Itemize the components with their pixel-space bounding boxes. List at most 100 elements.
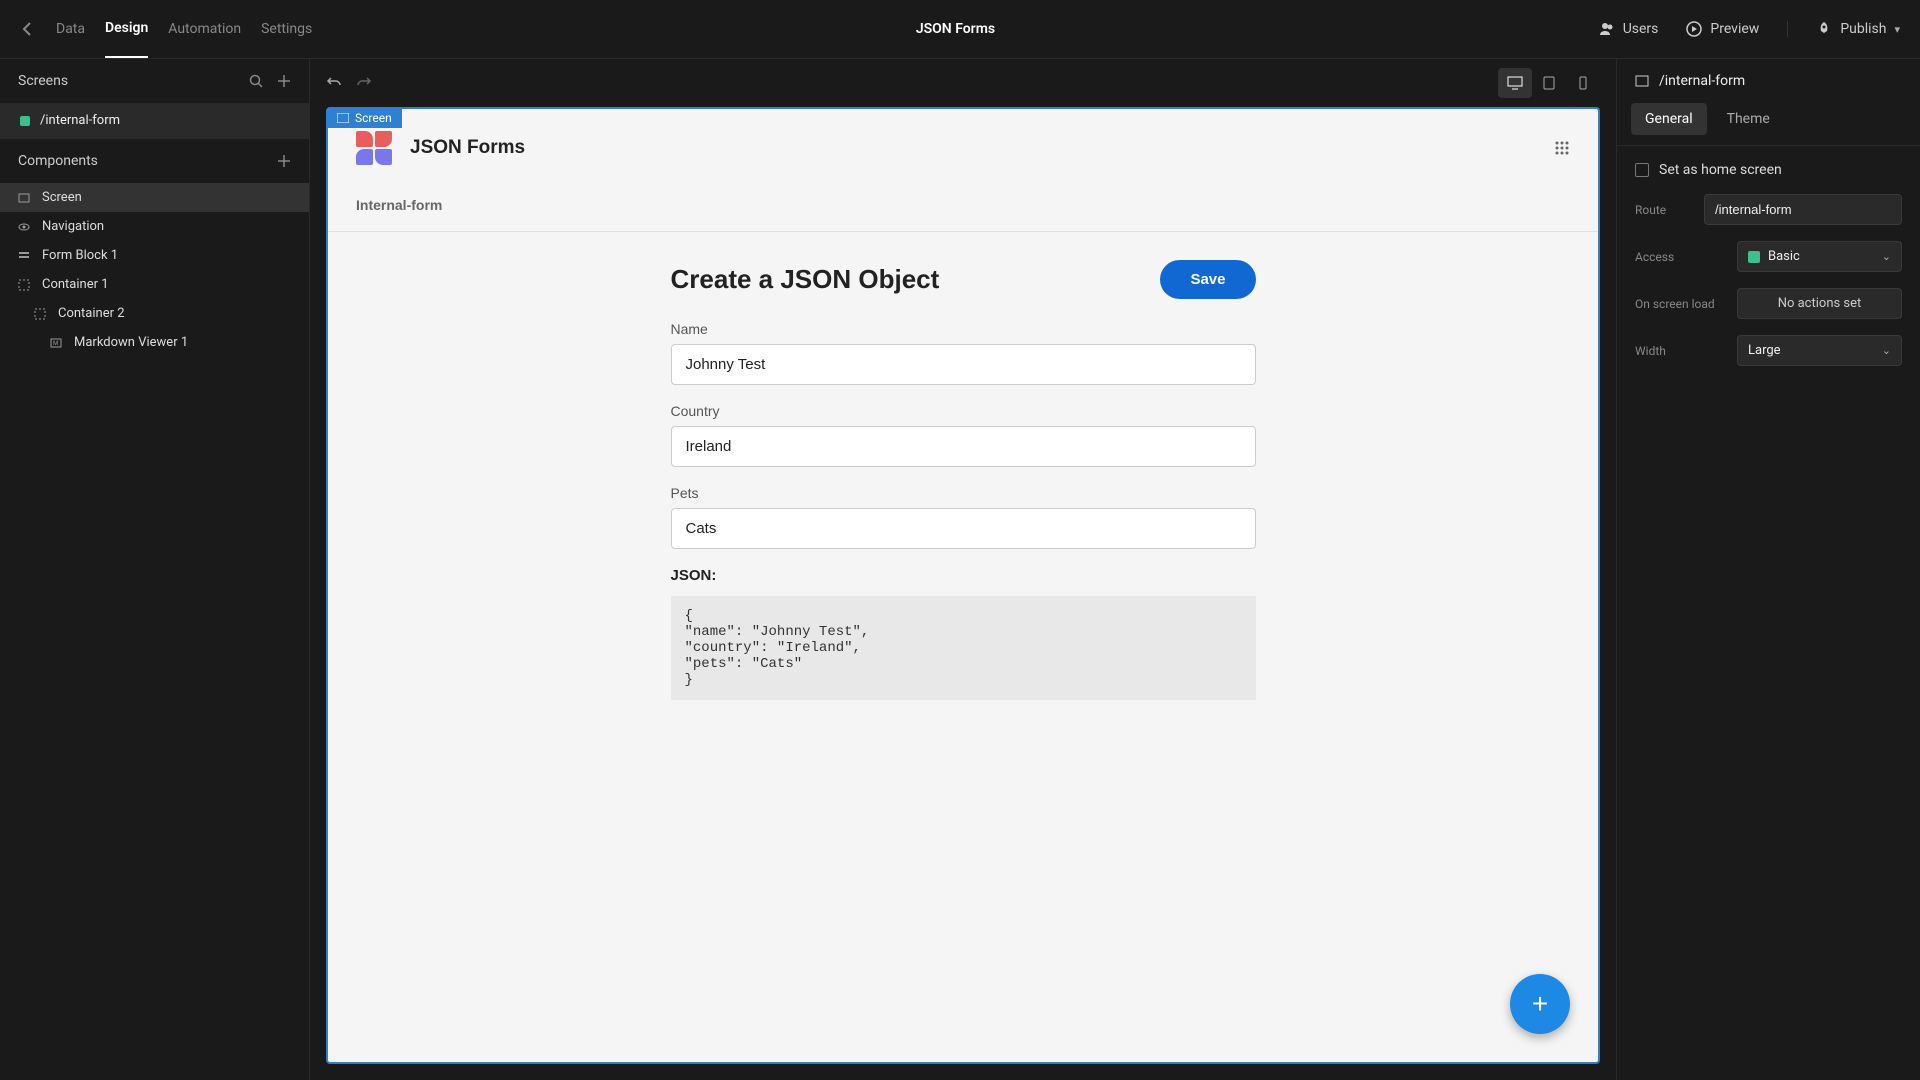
screen-item-internal-form[interactable]: /internal-form bbox=[0, 103, 309, 138]
screen-icon bbox=[18, 192, 32, 204]
width-select[interactable]: Large ⌄ bbox=[1737, 335, 1902, 366]
app-menu-icon[interactable] bbox=[1554, 140, 1570, 156]
users-button[interactable]: Users bbox=[1599, 21, 1659, 37]
components-panel-header: Components bbox=[0, 138, 309, 183]
selection-badge-label: Screen bbox=[355, 111, 392, 125]
canvas-frame[interactable]: Screen JSON Forms bbox=[326, 107, 1600, 1064]
onload-label: On screen load bbox=[1635, 297, 1725, 311]
country-input[interactable] bbox=[671, 426, 1256, 467]
tree-item-navigation[interactable]: Navigation bbox=[0, 212, 309, 241]
main-area: Screens /internal-form Components bbox=[0, 59, 1920, 1080]
markdown-icon: M bbox=[50, 337, 64, 349]
access-label: Access bbox=[1635, 250, 1725, 264]
tree-item-screen[interactable]: Screen bbox=[0, 183, 309, 212]
container-icon bbox=[18, 279, 32, 291]
nav-tab-automation[interactable]: Automation bbox=[168, 1, 241, 57]
users-icon bbox=[1599, 22, 1615, 36]
eye-icon bbox=[18, 221, 32, 233]
publish-label: Publish bbox=[1840, 21, 1886, 37]
name-input[interactable] bbox=[671, 344, 1256, 385]
json-output: { "name": "Johnny Test", "country": "Ire… bbox=[671, 596, 1256, 700]
fab-add-button[interactable]: + bbox=[1510, 974, 1570, 1034]
checkbox-icon bbox=[1635, 163, 1649, 177]
add-component-icon[interactable] bbox=[277, 154, 291, 168]
device-mobile-button[interactable] bbox=[1566, 68, 1600, 98]
preview-label: Preview bbox=[1710, 21, 1759, 37]
undo-icon[interactable] bbox=[326, 75, 342, 91]
add-screen-icon[interactable] bbox=[277, 74, 291, 88]
route-label: Route bbox=[1635, 203, 1692, 217]
components-label: Components bbox=[18, 153, 98, 169]
chevron-down-icon: ▾ bbox=[1894, 23, 1900, 36]
device-toggle-group bbox=[1498, 68, 1600, 98]
field-label: Name bbox=[671, 321, 1256, 337]
screen-icon bbox=[1635, 75, 1649, 87]
container-icon bbox=[34, 308, 48, 320]
access-badge-icon bbox=[1748, 251, 1760, 263]
chevron-down-icon: ⌄ bbox=[1882, 250, 1891, 263]
rocket-icon bbox=[1816, 21, 1832, 37]
field-label: Country bbox=[671, 403, 1256, 419]
preview-button[interactable]: Preview bbox=[1686, 21, 1759, 37]
publish-button[interactable]: Publish ▾ bbox=[1787, 21, 1900, 37]
home-screen-checkbox-row[interactable]: Set as home screen bbox=[1635, 162, 1902, 178]
users-label: Users bbox=[1623, 21, 1659, 37]
tree-label: Container 2 bbox=[58, 306, 125, 321]
home-screen-label: Set as home screen bbox=[1659, 162, 1782, 178]
back-icon[interactable] bbox=[20, 21, 36, 37]
field-pets: Pets bbox=[671, 485, 1256, 549]
preview-app: JSON Forms Internal-form Create a JSON O… bbox=[328, 109, 1598, 1062]
tree-label: Screen bbox=[42, 190, 82, 205]
nav-tab-design[interactable]: Design bbox=[105, 0, 148, 58]
left-sidebar: Screens /internal-form Components bbox=[0, 59, 310, 1080]
canvas-toolbar bbox=[310, 59, 1616, 107]
screen-status-dot bbox=[20, 116, 30, 126]
rs-header-label: /internal-form bbox=[1659, 73, 1745, 89]
plus-icon: + bbox=[1532, 988, 1548, 1020]
tree-item-container-2[interactable]: Container 2 bbox=[0, 299, 309, 328]
screens-label: Screens bbox=[18, 73, 68, 89]
top-bar: Data Design Automation Settings JSON For… bbox=[0, 0, 1920, 59]
redo-icon[interactable] bbox=[356, 75, 372, 91]
onload-button[interactable]: No actions set bbox=[1737, 288, 1902, 319]
rs-body: Set as home screen Route Access Basic ⌄ … bbox=[1617, 146, 1920, 382]
form-icon bbox=[18, 250, 32, 262]
search-icon[interactable] bbox=[249, 74, 263, 88]
screens-panel-header: Screens bbox=[0, 59, 309, 103]
right-sidebar: /internal-form General Theme Set as home… bbox=[1616, 59, 1920, 1080]
preview-header: JSON Forms bbox=[328, 109, 1598, 187]
nav-tab-data[interactable]: Data bbox=[56, 1, 85, 57]
selection-badge: Screen bbox=[327, 108, 402, 128]
chevron-down-icon: ⌄ bbox=[1882, 344, 1891, 357]
tree-item-markdown[interactable]: M Markdown Viewer 1 bbox=[0, 328, 309, 357]
form-section: Create a JSON Object Save Name Country P… bbox=[661, 260, 1266, 700]
tab-theme[interactable]: Theme bbox=[1713, 103, 1784, 135]
app-title: JSON Forms bbox=[312, 21, 1598, 37]
tree-item-container-1[interactable]: Container 1 bbox=[0, 270, 309, 299]
tree-label: Navigation bbox=[42, 219, 104, 234]
device-tablet-button[interactable] bbox=[1532, 68, 1566, 98]
field-country: Country bbox=[671, 403, 1256, 467]
tree-label: Markdown Viewer 1 bbox=[74, 335, 188, 350]
component-tree: Screen Navigation Form Block 1 Container… bbox=[0, 183, 309, 365]
width-value: Large bbox=[1748, 343, 1781, 358]
preview-app-title: JSON Forms bbox=[410, 137, 525, 159]
width-label: Width bbox=[1635, 344, 1725, 358]
access-value: Basic bbox=[1768, 249, 1800, 264]
form-heading: Create a JSON Object bbox=[671, 264, 940, 295]
save-button[interactable]: Save bbox=[1160, 260, 1255, 299]
rs-header: /internal-form bbox=[1617, 59, 1920, 103]
tab-general[interactable]: General bbox=[1631, 103, 1707, 135]
field-name: Name bbox=[671, 321, 1256, 385]
app-logo-icon bbox=[356, 131, 392, 165]
screen-item-label: /internal-form bbox=[40, 113, 120, 128]
route-input[interactable] bbox=[1704, 194, 1902, 225]
nav-tab-settings[interactable]: Settings bbox=[261, 1, 312, 57]
tree-label: Form Block 1 bbox=[42, 248, 118, 263]
pets-input[interactable] bbox=[671, 508, 1256, 549]
preview-breadcrumb: Internal-form bbox=[328, 187, 1598, 232]
tree-item-form-block[interactable]: Form Block 1 bbox=[0, 241, 309, 270]
canvas-area: Screen JSON Forms bbox=[310, 59, 1616, 1080]
access-select[interactable]: Basic ⌄ bbox=[1737, 241, 1902, 272]
device-desktop-button[interactable] bbox=[1498, 68, 1532, 98]
